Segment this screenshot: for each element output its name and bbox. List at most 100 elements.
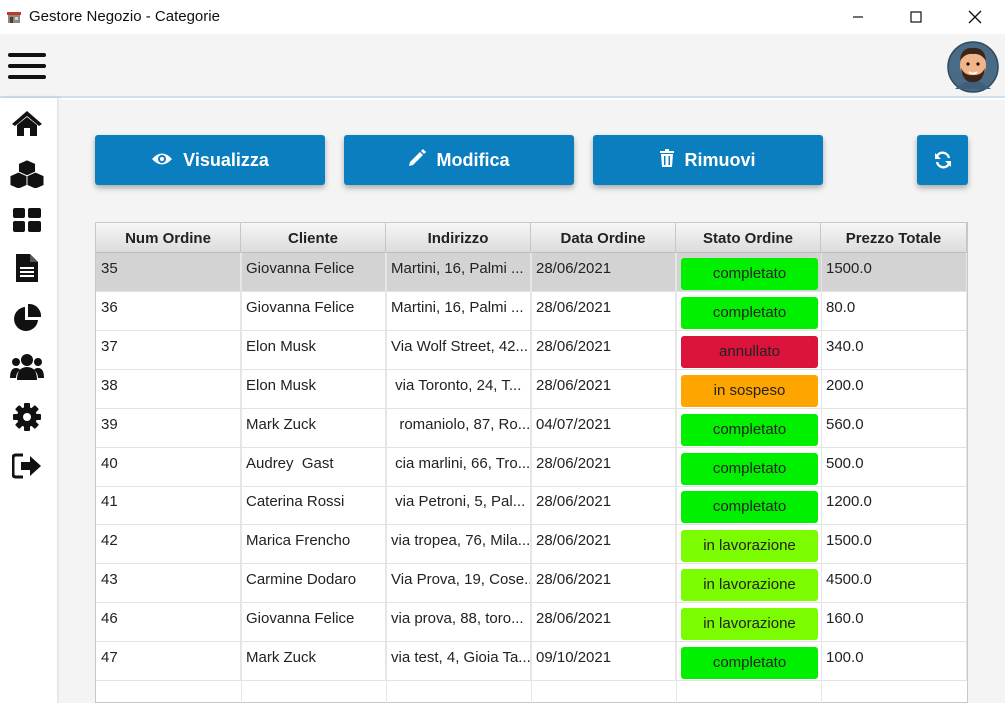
cell-prezzo-totale: 160.0 [821, 603, 967, 642]
column-header-num-ordine[interactable]: Num Ordine [96, 223, 241, 253]
cell-data-ordine: 28/06/2021 [531, 447, 676, 486]
status-badge: completato [681, 413, 818, 446]
trash-icon [660, 148, 684, 172]
cell-cliente: Audrey Gast [241, 447, 386, 486]
status-badge: completato [681, 491, 818, 524]
view-button-label: Visualizza [183, 149, 269, 170]
column-header-cliente[interactable]: Cliente [241, 223, 386, 253]
app-icon [6, 9, 22, 25]
cell-num-ordine: 41 [96, 486, 241, 525]
status-badge: in sospeso [681, 374, 818, 407]
cell-prezzo-totale: 1500.0 [821, 525, 967, 564]
cell-num-ordine: 38 [96, 369, 241, 408]
cell-indirizzo: via tropea, 76, Mila... [386, 525, 531, 564]
edit-button-label: Modifica [436, 149, 510, 170]
table-header: Num Ordine Cliente Indirizzo Data Ordine… [96, 223, 967, 253]
cell-prezzo-totale: 4500.0 [821, 564, 967, 603]
cell-num-ordine: 46 [96, 603, 241, 642]
cell-num-ordine: 35 [96, 253, 241, 291]
cell-data-ordine: 28/06/2021 [531, 564, 676, 603]
cell-cliente: Marica Frencho [241, 525, 386, 564]
eye-icon [151, 150, 183, 171]
view-button[interactable]: Visualizza [95, 135, 325, 185]
cell-indirizzo: Martini, 16, Palmi ... [386, 291, 531, 330]
top-bar [0, 34, 1005, 98]
column-header-prezzo-totale[interactable]: Prezzo Totale [821, 223, 967, 253]
refresh-icon [934, 151, 952, 169]
cell-cliente: Elon Musk [241, 330, 386, 369]
user-avatar[interactable] [947, 41, 999, 93]
cell-indirizzo: via prova, 88, toro... [386, 603, 531, 642]
cell-prezzo-totale: 80.0 [821, 291, 967, 330]
close-icon[interactable] [952, 0, 998, 34]
cell-indirizzo: cia marlini, 66, Tro... [386, 447, 531, 486]
edit-button[interactable]: Modifica [344, 135, 574, 185]
dashboard-grid-icon[interactable] [10, 205, 44, 235]
cell-indirizzo: romaniolo, 87, Ro... [386, 408, 531, 447]
cell-indirizzo: via test, 4, Gioia Ta... [386, 642, 531, 680]
remove-button-label: Rimuovi [684, 149, 756, 170]
pencil-icon [408, 148, 436, 172]
cell-cliente: Carmine Dodaro [241, 564, 386, 603]
cell-cliente: Giovanna Felice [241, 291, 386, 330]
cell-num-ordine: 42 [96, 525, 241, 564]
cell-data-ordine: 09/10/2021 [531, 642, 676, 680]
status-badge: completato [681, 647, 818, 679]
column-header-stato-ordine[interactable]: Stato Ordine [676, 223, 821, 253]
sign-out-icon[interactable] [10, 451, 44, 481]
cell-indirizzo: Via Prova, 19, Cose... [386, 564, 531, 603]
cell-prezzo-totale: 500.0 [821, 447, 967, 486]
cell-indirizzo: Via Wolf Street, 42... [386, 330, 531, 369]
cell-data-ordine: 28/06/2021 [531, 525, 676, 564]
refresh-button[interactable] [917, 135, 968, 185]
status-badge: annullato [681, 335, 818, 368]
status-badge: in lavorazione [681, 608, 818, 641]
cell-cliente: Caterina Rossi [241, 486, 386, 525]
cell-prezzo-totale: 200.0 [821, 369, 967, 408]
cell-indirizzo: via Toronto, 24, T... [386, 369, 531, 408]
cell-num-ordine: 47 [96, 642, 241, 680]
cell-prezzo-totale: 560.0 [821, 408, 967, 447]
status-badge: completato [681, 258, 818, 290]
orders-table[interactable]: Num Ordine Cliente Indirizzo Data Ordine… [95, 222, 968, 703]
cell-indirizzo: via Petroni, 5, Pal... [386, 486, 531, 525]
cell-data-ordine: 28/06/2021 [531, 253, 676, 291]
users-icon[interactable] [10, 352, 44, 382]
column-header-indirizzo[interactable]: Indirizzo [386, 223, 531, 253]
minimize-icon[interactable] [835, 0, 881, 34]
cell-num-ordine: 40 [96, 447, 241, 486]
window-title: Gestore Negozio - Categorie [29, 8, 220, 25]
cell-cliente: Giovanna Felice [241, 253, 386, 291]
cell-data-ordine: 28/06/2021 [531, 486, 676, 525]
maximize-icon[interactable] [893, 0, 939, 34]
cell-cliente: Mark Zuck [241, 408, 386, 447]
gear-icon[interactable] [10, 402, 44, 432]
cell-indirizzo: Martini, 16, Palmi ... [386, 253, 531, 291]
cell-data-ordine: 28/06/2021 [531, 369, 676, 408]
sidebar [0, 98, 58, 703]
cell-prezzo-totale: 1200.0 [821, 486, 967, 525]
document-icon[interactable] [10, 253, 44, 283]
status-badge: completato [681, 452, 818, 485]
cubes-icon[interactable] [10, 158, 44, 188]
cell-cliente: Elon Musk [241, 369, 386, 408]
home-icon[interactable] [10, 108, 44, 138]
title-bar: Gestore Negozio - Categorie [0, 0, 1005, 34]
cell-num-ordine: 43 [96, 564, 241, 603]
cell-data-ordine: 28/06/2021 [531, 603, 676, 642]
hamburger-menu-icon[interactable] [8, 53, 46, 81]
status-badge: in lavorazione [681, 569, 818, 602]
column-header-data-ordine[interactable]: Data Ordine [531, 223, 676, 253]
remove-button[interactable]: Rimuovi [593, 135, 823, 185]
cell-prezzo-totale: 100.0 [821, 642, 967, 680]
cell-prezzo-totale: 340.0 [821, 330, 967, 369]
cell-data-ordine: 28/06/2021 [531, 291, 676, 330]
cell-cliente: Mark Zuck [241, 642, 386, 680]
cell-num-ordine: 37 [96, 330, 241, 369]
cell-data-ordine: 28/06/2021 [531, 330, 676, 369]
status-badge: in lavorazione [681, 530, 818, 563]
cell-prezzo-totale: 1500.0 [821, 253, 967, 291]
pie-chart-icon[interactable] [10, 303, 44, 333]
cell-cliente: Giovanna Felice [241, 603, 386, 642]
status-badge: completato [681, 296, 818, 329]
